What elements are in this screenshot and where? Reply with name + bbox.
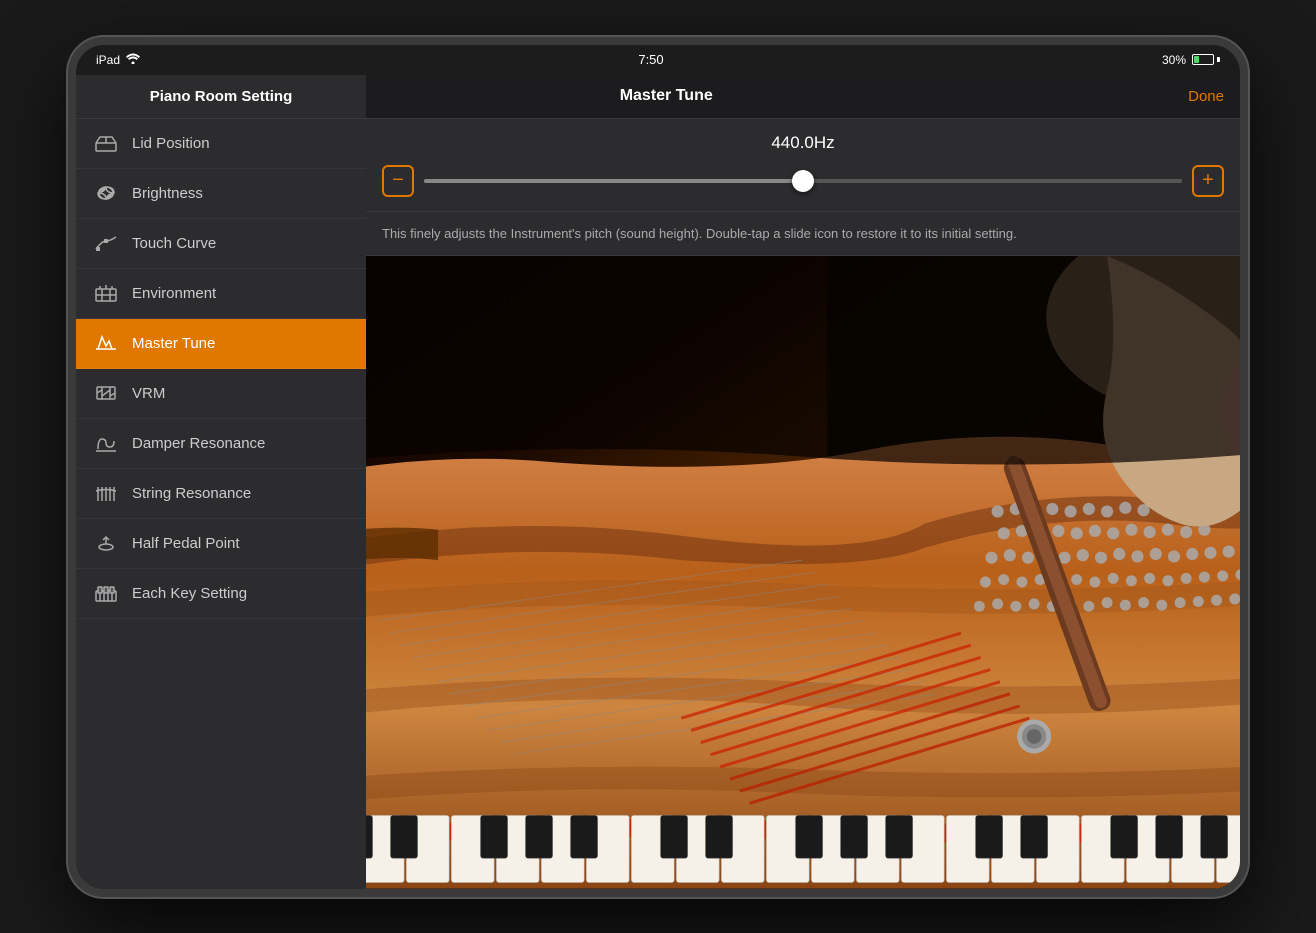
vrm-icon [92, 379, 120, 407]
sidebar-item-damper-resonance[interactable]: Damper Resonance [76, 419, 366, 469]
device-label: iPad [96, 53, 120, 67]
sidebar: Piano Room Setting Lid Position [76, 75, 366, 889]
sidebar-item-label: Master Tune [132, 335, 215, 352]
tune-value: 440.0Hz [382, 133, 1224, 153]
description-text: This finely adjusts the Instrument's pit… [382, 224, 1224, 244]
sidebar-item-vrm[interactable]: VRM [76, 369, 366, 419]
sidebar-item-each-key[interactable]: Each Key Setting [76, 569, 366, 619]
sidebar-item-label: Lid Position [132, 135, 210, 152]
sidebar-item-brightness[interactable]: Brightness [76, 169, 366, 219]
brightness-icon [92, 179, 120, 207]
battery-percent: 30% [1162, 53, 1186, 67]
status-right: 30% [1162, 53, 1220, 67]
sidebar-item-label: VRM [132, 385, 165, 402]
slider-decrease-button[interactable]: − [382, 165, 414, 197]
environment-icon [92, 279, 120, 307]
sidebar-item-label: String Resonance [132, 485, 251, 502]
slider-increase-button[interactable]: + [1192, 165, 1224, 197]
sidebar-item-string-resonance[interactable]: String Resonance [76, 469, 366, 519]
main-content: Master Tune Done 440.0Hz − + [366, 75, 1240, 889]
sidebar-item-master-tune[interactable]: Master Tune [76, 319, 366, 369]
sidebar-item-label: Environment [132, 285, 216, 302]
sidebar-header: Piano Room Setting [76, 75, 366, 119]
sidebar-item-touch-curve[interactable]: Touch Curve [76, 219, 366, 269]
app-content: Piano Room Setting Lid Position [76, 75, 1240, 889]
status-left: iPad [96, 53, 140, 67]
slider-fill [424, 179, 803, 183]
sidebar-item-label: Brightness [132, 185, 203, 202]
sidebar-item-environment[interactable]: Environment [76, 269, 366, 319]
sidebar-list: Lid Position Brightness [76, 119, 366, 889]
main-title: Master Tune [620, 87, 713, 105]
each-key-icon [92, 579, 120, 607]
done-button[interactable]: Done [1188, 88, 1224, 105]
tune-section: 440.0Hz − + [366, 119, 1240, 212]
sidebar-title: Piano Room Setting [150, 88, 293, 105]
sidebar-item-half-pedal[interactable]: Half Pedal Point [76, 519, 366, 569]
tune-description: This finely adjusts the Instrument's pit… [366, 212, 1240, 257]
piano-illustration [366, 256, 1240, 889]
main-header: Master Tune Done [366, 75, 1240, 119]
device-frame: iPad 7:50 30% Piano Roo [68, 37, 1248, 897]
touch-curve-icon [92, 229, 120, 257]
sidebar-item-lid-position[interactable]: Lid Position [76, 119, 366, 169]
half-pedal-icon [92, 529, 120, 557]
side-button-left[interactable] [72, 447, 76, 487]
slider-track[interactable] [424, 179, 1182, 183]
damper-resonance-icon [92, 429, 120, 457]
sidebar-item-label: Touch Curve [132, 235, 216, 252]
sidebar-item-label: Each Key Setting [132, 585, 247, 602]
lid-position-icon [92, 129, 120, 157]
battery-icon [1192, 54, 1220, 65]
piano-image-container [366, 256, 1240, 889]
string-resonance-icon [92, 479, 120, 507]
slider-thumb[interactable] [792, 170, 814, 192]
status-time: 7:50 [638, 52, 663, 67]
slider-row: − + [382, 165, 1224, 197]
sidebar-item-label: Half Pedal Point [132, 535, 240, 552]
wifi-icon [126, 53, 140, 67]
master-tune-icon [92, 329, 120, 357]
sidebar-item-label: Damper Resonance [132, 435, 265, 452]
status-bar: iPad 7:50 30% [76, 45, 1240, 75]
